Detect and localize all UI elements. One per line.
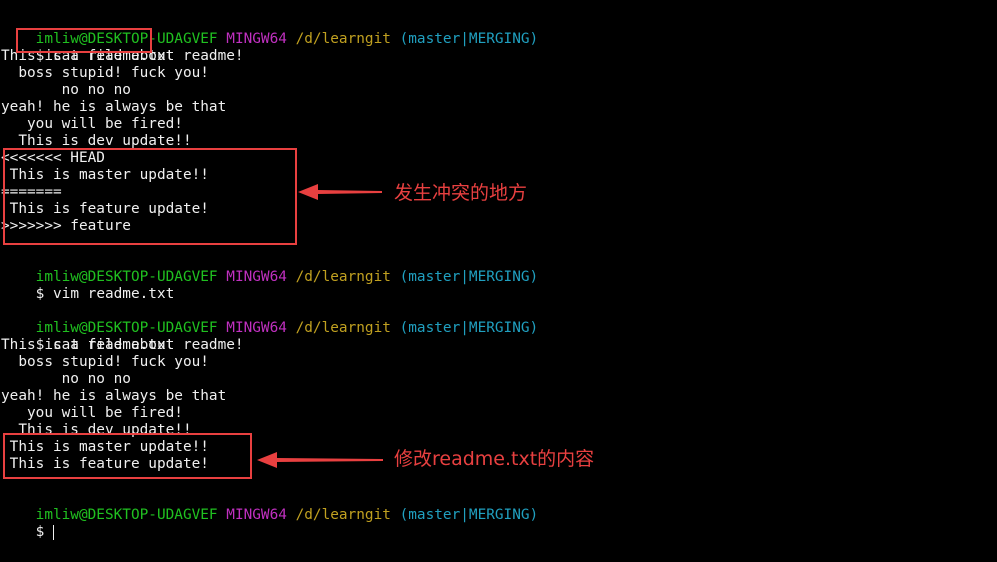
prompt-path: /d/learngit — [295, 31, 391, 47]
arrow-left-icon — [257, 452, 383, 468]
prompt-system: MINGW64 — [226, 507, 287, 523]
prompt-system: MINGW64 — [226, 320, 287, 336]
command-line: $ cat readme.txt — [1, 320, 175, 353]
prompt-path: /d/learngit — [295, 320, 391, 336]
terminal-window[interactable]: imliw@DESKTOP-UDAGVEF MINGW64 /d/learngi… — [0, 0, 997, 562]
text-cursor — [53, 524, 54, 540]
output-line: boss stupid! fuck you! — [1, 354, 209, 370]
output-line: no no no — [1, 82, 131, 98]
edit-annotation-label: 修改readme.txt的内容 — [394, 448, 595, 470]
output-line: boss stupid! fuck you! — [1, 65, 209, 81]
conflict-highlight-box — [3, 148, 297, 245]
prompt-symbol: $ — [35, 286, 45, 302]
output-line: you will be fired! — [1, 405, 183, 421]
prompt-path: /d/learngit — [295, 507, 391, 523]
resolved-highlight-box — [3, 433, 252, 479]
prompt-user-host: imliw@DESKTOP-UDAGVEF — [35, 507, 218, 523]
prompt-branch: (master|MERGING) — [399, 507, 539, 523]
prompt-path: /d/learngit — [295, 269, 391, 285]
output-line: you will be fired! — [1, 116, 183, 132]
arrow-left-icon — [298, 184, 382, 200]
command-text: vim readme.txt — [53, 286, 175, 302]
output-line: This is a file about readme! — [1, 337, 244, 353]
command-highlight-box — [16, 28, 152, 53]
prompt-branch: (master|MERGING) — [399, 320, 539, 336]
output-line: no no no — [1, 371, 131, 387]
prompt-system: MINGW64 — [226, 31, 287, 47]
output-line: yeah! he is always be that — [1, 388, 227, 404]
conflict-annotation-label: 发生冲突的地方 — [394, 182, 528, 204]
prompt-system: MINGW64 — [226, 269, 287, 285]
prompt-branch: (master|MERGING) — [399, 31, 539, 47]
prompt-line: imliw@DESKTOP-UDAGVEF MINGW64 /d/learngi… — [1, 490, 539, 523]
command-line[interactable]: $ — [1, 507, 54, 540]
prompt-line: imliw@DESKTOP-UDAGVEF MINGW64 /d/learngi… — [1, 252, 539, 285]
prompt-line: imliw@DESKTOP-UDAGVEF MINGW64 /d/learngi… — [1, 303, 539, 336]
prompt-symbol: $ — [35, 524, 45, 540]
command-line: $ vim readme.txt — [1, 269, 175, 302]
prompt-branch: (master|MERGING) — [399, 269, 539, 285]
output-line: yeah! he is always be that — [1, 99, 227, 115]
